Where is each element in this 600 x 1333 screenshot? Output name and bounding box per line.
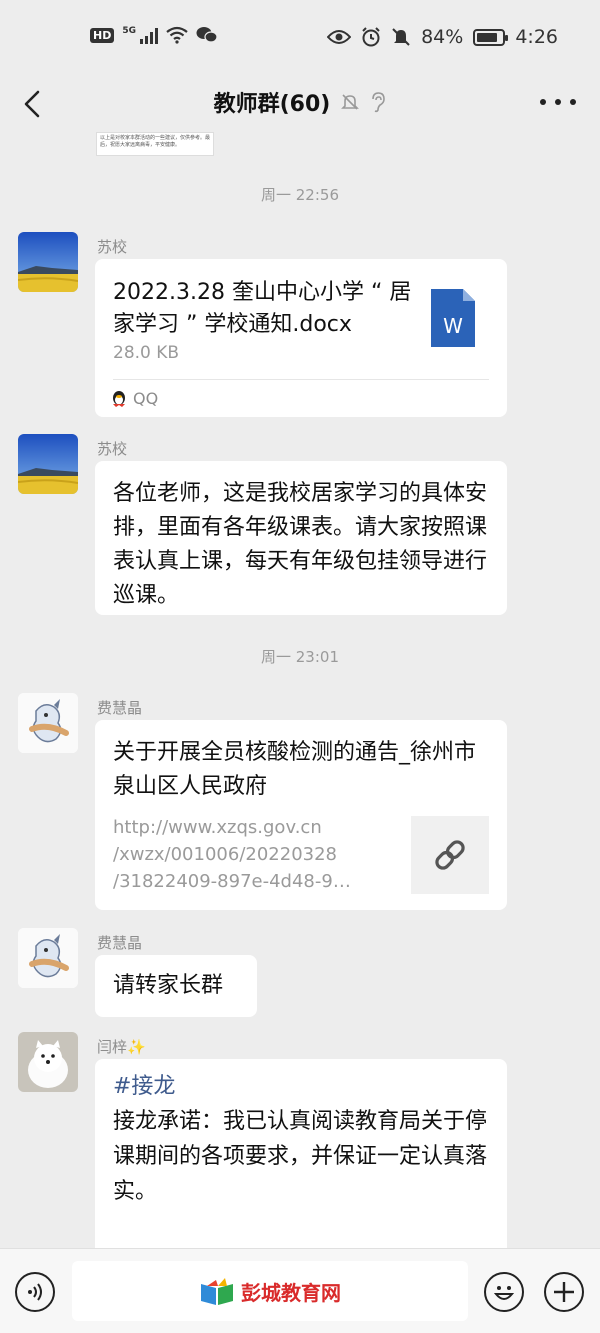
previous-image-message[interactable]: 以上是对校家本群活动的一些建议，仅供参考。最后，祝愿大家远离病毒，平安健康。: [96, 132, 214, 156]
sender-name: 苏校: [97, 440, 128, 458]
link-url: http://www.xzqs.gov.cn /xwzx/001006/2022…: [113, 814, 393, 895]
mute-icon: [392, 28, 410, 46]
mute-bell-icon: [341, 94, 360, 110]
signal-icon: [140, 26, 158, 44]
network-type: 5G: [122, 26, 136, 36]
watermark-text: 彭城教育网: [241, 1280, 341, 1305]
battery-percent: 84%: [421, 26, 464, 48]
avatar[interactable]: [18, 1032, 78, 1092]
word-doc-letter: W: [443, 314, 463, 338]
more-icon[interactable]: [540, 90, 576, 114]
avatar-landscape-image: [18, 232, 78, 292]
battery-icon: [473, 28, 509, 46]
link-thumbnail: [411, 816, 489, 894]
avatar[interactable]: [18, 928, 78, 988]
message-input[interactable]: 彭城教育网: [72, 1261, 468, 1321]
status-time: 4:26: [515, 26, 558, 48]
file-source: QQ: [111, 389, 158, 408]
message-text: 各位老师，这是我校居家学习的具体安排，里面有各年级课表。请大家按照课表认真上课，…: [113, 481, 488, 608]
sender-name: 苏校: [97, 238, 128, 256]
sender-name: 闫梓✨: [97, 1038, 146, 1056]
voice-wave-icon: [28, 1283, 42, 1301]
wechat-icon: [196, 27, 218, 43]
emoji-icon[interactable]: [484, 1272, 524, 1312]
smile-face-icon: [493, 1286, 515, 1300]
sender-name: 费慧晶: [97, 699, 143, 717]
time-label: 周一 23:01: [261, 648, 339, 666]
link-url-line: /xwzx/001006/20220328: [113, 844, 337, 865]
status-bar: HD 5G 84% 4:26: [0, 0, 600, 78]
status-left: HD 5G: [90, 26, 218, 44]
alarm-icon: [362, 27, 380, 47]
message-text: 接龙承诺：我已认真阅读教育局关于停课期间的各项要求，并保证一定认真落实。: [113, 1109, 488, 1204]
divider: [113, 379, 489, 380]
wifi-icon: [166, 26, 188, 44]
status-right: 84% 4:26: [327, 26, 558, 48]
chat-title[interactable]: 教师群(60): [214, 86, 331, 118]
link-url-line: http://www.xzqs.gov.cn: [113, 817, 322, 838]
book-logo-icon: [201, 1278, 233, 1305]
plus-cross-icon: [554, 1282, 574, 1302]
voice-icon[interactable]: [15, 1272, 55, 1312]
file-source-label: QQ: [133, 389, 159, 408]
watermark-logo: 彭城教育网: [199, 1276, 341, 1306]
battery-fill: [477, 32, 498, 42]
eye-icon: [327, 30, 352, 44]
plus-icon[interactable]: [544, 1272, 584, 1312]
file-message[interactable]: 2022.3.28 奎山中心小学 “ 居家学习 ” 学校通知.docx 28.0…: [95, 259, 507, 417]
word-doc-icon: W: [431, 289, 475, 347]
avatar-cartoon-image: [18, 928, 78, 988]
avatar-cartoon-image: [18, 693, 78, 753]
avatar-dog-image: [18, 1032, 78, 1092]
text-message[interactable]: 各位老师，这是我校居家学习的具体安排，里面有各年级课表。请大家按照课表认真上课，…: [95, 461, 507, 615]
link-title: 关于开展全员核酸检测的通告_徐州市泉山区人民政府: [113, 740, 477, 799]
avatar[interactable]: [18, 693, 78, 753]
ear-icon: [372, 92, 386, 113]
qq-penguin-icon: [113, 390, 125, 407]
avatar[interactable]: [18, 232, 78, 292]
link-message[interactable]: 关于开展全员核酸检测的通告_徐州市泉山区人民政府 http://www.xzqs…: [95, 720, 507, 910]
chat-header: 教师群(60): [0, 78, 600, 130]
time-label: 周一 22:56: [261, 186, 339, 204]
file-size: 28.0 KB: [113, 343, 180, 363]
link-icon: [435, 840, 465, 870]
message-text: 请转家长群: [113, 973, 224, 998]
file-name: 2022.3.28 奎山中心小学 “ 居家学习 ” 学校通知.docx: [113, 280, 412, 337]
sender-name: 费慧晶: [97, 934, 143, 952]
text-message[interactable]: 请转家长群: [95, 955, 257, 1017]
link-url-line: /31822409-897e-4d48-9…: [113, 871, 351, 892]
input-bar: 彭城教育网: [0, 1248, 600, 1333]
solitaire-tag: #接龙: [113, 1074, 176, 1099]
hd-badge: HD: [90, 27, 115, 43]
avatar[interactable]: [18, 434, 78, 494]
chat-title-wrap: 教师群(60): [0, 86, 600, 118]
avatar-landscape-image: [18, 434, 78, 494]
